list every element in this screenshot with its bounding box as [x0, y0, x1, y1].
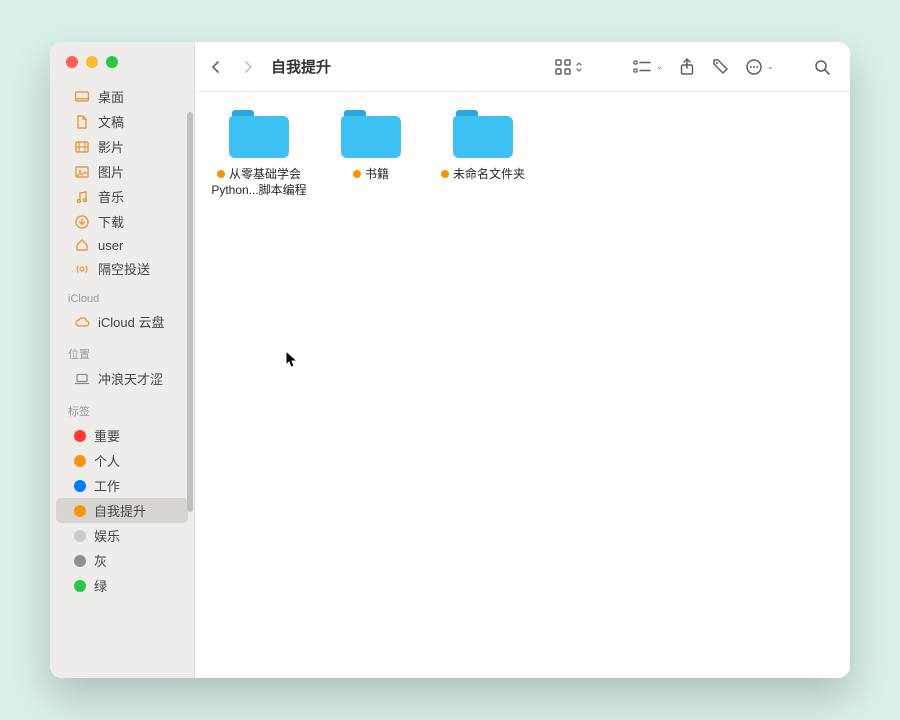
folder-label: 从零基础学会 Python...脚本编程: [211, 166, 306, 198]
tag-dot-icon: [74, 430, 86, 442]
sidebar-item-documents[interactable]: 文稿: [56, 109, 188, 134]
sidebar-heading-locations: 位置: [50, 340, 194, 366]
sidebar-tag-work[interactable]: 工作: [56, 473, 188, 498]
sidebar-item-label: 文稿: [98, 112, 124, 131]
tag-dot-icon: [74, 580, 86, 592]
minimize-window-button[interactable]: [86, 56, 98, 68]
tag-dot-icon: [74, 505, 86, 517]
sidebar-item-computer[interactable]: 冲浪天才涩: [56, 366, 188, 391]
sidebar-section-locations: 位置 冲浪天才涩: [50, 340, 194, 391]
sidebar-item-label: user: [98, 238, 123, 253]
sidebar-item-home[interactable]: user: [56, 234, 188, 256]
close-window-button[interactable]: [66, 56, 78, 68]
folder-icon: [229, 110, 289, 158]
sidebar-item-label: iCloud 云盘: [98, 312, 164, 331]
sidebar-item-icloud-drive[interactable]: iCloud 云盘: [56, 309, 188, 334]
sidebar-item-desktop[interactable]: 桌面: [56, 84, 188, 109]
view-icons-button[interactable]: [550, 53, 587, 81]
group-by-button[interactable]: ⌄: [629, 53, 668, 81]
toolbar: 自我提升 ⌄ ⌄: [195, 42, 850, 92]
sidebar-item-label: 绿: [94, 576, 107, 595]
doc-icon: [74, 114, 90, 130]
sidebar-section-favorites: 桌面 文稿 影片 图片: [50, 84, 194, 281]
sidebar-list: 桌面 文稿 影片 图片: [50, 78, 194, 678]
sidebar-item-airdrop[interactable]: 隔空投送: [56, 256, 188, 281]
tag-dot-icon: [353, 170, 361, 178]
sidebar-item-label: 自我提升: [94, 501, 146, 520]
back-button[interactable]: [203, 54, 229, 80]
tag-dot-icon: [74, 480, 86, 492]
tag-dot-icon: [441, 170, 449, 178]
sidebar-tag-important[interactable]: 重要: [56, 423, 188, 448]
window-title: 自我提升: [271, 56, 331, 77]
sidebar-item-movies[interactable]: 影片: [56, 134, 188, 159]
folder-label: 未命名文件夹: [441, 166, 525, 182]
sidebar-item-label: 娱乐: [94, 526, 120, 545]
laptop-icon: [74, 371, 90, 387]
sidebar-tag-entertainment[interactable]: 娱乐: [56, 523, 188, 548]
finder-window: 桌面 文稿 影片 图片: [50, 42, 850, 678]
sidebar-item-label: 个人: [94, 451, 120, 470]
icon-view-area[interactable]: 从零基础学会 Python...脚本编程 书籍 未命名文件夹: [195, 92, 850, 678]
mouse-cursor-icon: [285, 350, 299, 370]
sidebar-item-label: 影片: [98, 137, 124, 156]
sidebar-tag-green[interactable]: 绿: [56, 573, 188, 598]
share-button[interactable]: [673, 53, 701, 81]
fullscreen-window-button[interactable]: [106, 56, 118, 68]
sidebar-item-label: 隔空投送: [98, 259, 150, 278]
folder-icon: [453, 110, 513, 158]
folder-item[interactable]: 从零基础学会 Python...脚本编程: [203, 110, 315, 198]
tag-dot-icon: [74, 530, 86, 542]
sidebar-item-music[interactable]: 音乐: [56, 184, 188, 209]
sidebar: 桌面 文稿 影片 图片: [50, 42, 195, 678]
sidebar-item-label: 桌面: [98, 87, 124, 106]
sidebar-item-pictures[interactable]: 图片: [56, 159, 188, 184]
sidebar-section-icloud: iCloud iCloud 云盘: [50, 287, 194, 334]
sidebar-item-label: 重要: [94, 426, 120, 445]
sidebar-item-downloads[interactable]: 下载: [56, 209, 188, 234]
chevron-down-icon: ⌄: [766, 61, 774, 72]
sidebar-heading-tags: 标签: [50, 397, 194, 423]
photo-icon: [74, 164, 90, 180]
sidebar-item-label: 下载: [98, 212, 124, 231]
sidebar-item-label: 冲浪天才涩: [98, 369, 163, 388]
scrollbar-thumb[interactable]: [187, 112, 193, 512]
sidebar-heading-icloud: iCloud: [50, 287, 194, 309]
sidebar-tag-personal[interactable]: 个人: [56, 448, 188, 473]
home-icon: [74, 237, 90, 253]
sidebar-item-label: 音乐: [98, 187, 124, 206]
sidebar-item-label: 灰: [94, 551, 107, 570]
sidebar-section-tags: 标签 重要 个人 工作 自我提升: [50, 397, 194, 598]
chevron-down-icon: ⌄: [656, 61, 664, 72]
tags-button[interactable]: [707, 53, 735, 81]
folder-label: 书籍: [353, 166, 389, 182]
cloud-icon: [74, 314, 90, 330]
tag-dot-icon: [74, 555, 86, 567]
folder-icon: [341, 110, 401, 158]
folder-item[interactable]: 未命名文件夹: [427, 110, 539, 182]
search-button[interactable]: [808, 53, 836, 81]
folder-item[interactable]: 书籍: [315, 110, 427, 182]
main-pane: 自我提升 ⌄ ⌄: [195, 42, 850, 678]
window-controls: [50, 42, 194, 78]
forward-button[interactable]: [235, 54, 261, 80]
sidebar-item-label: 图片: [98, 162, 124, 181]
download-icon: [74, 214, 90, 230]
action-menu-button[interactable]: ⌄: [741, 53, 778, 81]
tag-dot-icon: [217, 170, 225, 178]
sidebar-scrollbar[interactable]: [187, 112, 193, 672]
film-icon: [74, 139, 90, 155]
tag-dot-icon: [74, 455, 86, 467]
sidebar-tag-gray[interactable]: 灰: [56, 548, 188, 573]
music-icon: [74, 189, 90, 205]
sidebar-item-label: 工作: [94, 476, 120, 495]
airdrop-icon: [74, 261, 90, 277]
chevron-updown-icon: [575, 61, 583, 73]
sidebar-tag-self-improve[interactable]: 自我提升: [56, 498, 188, 523]
desktop-icon: [74, 89, 90, 105]
